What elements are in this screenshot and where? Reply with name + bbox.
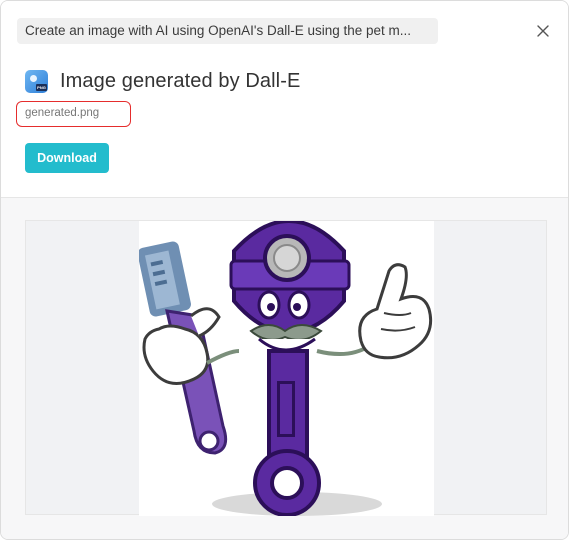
download-button[interactable]: Download: [25, 143, 109, 173]
image-preview-area: [1, 198, 568, 539]
image-file-icon: PNG: [25, 69, 48, 93]
image-modal: Create an image with AI using OpenAI's D…: [0, 0, 569, 540]
close-button[interactable]: [533, 21, 553, 41]
image-frame: [25, 220, 547, 516]
generated-image: [139, 221, 434, 516]
modal-header: Create an image with AI using OpenAI's D…: [1, 1, 568, 198]
app-icon-tag: PNG: [36, 83, 47, 91]
breadcrumb: Create an image with AI using OpenAI's D…: [17, 18, 438, 44]
title-row: PNG Image generated by Dall-E: [25, 67, 300, 95]
page-title: Image generated by Dall-E: [60, 69, 301, 92]
wrench-character-illustration: [139, 221, 433, 516]
filename-label: generated.png: [16, 101, 131, 127]
close-icon[interactable]: [537, 25, 549, 37]
